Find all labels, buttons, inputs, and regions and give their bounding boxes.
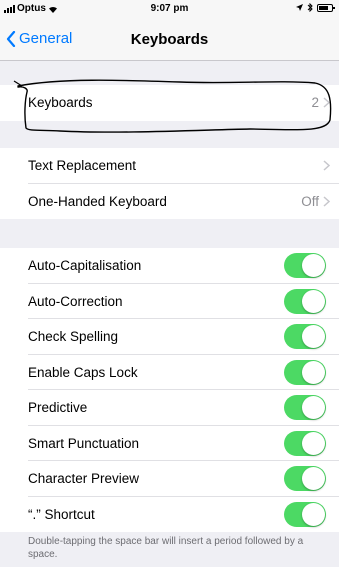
character-preview-row: Character Preview [0, 461, 339, 497]
predictive-toggle[interactable] [284, 395, 326, 420]
bluetooth-icon [307, 3, 313, 12]
clock: 9:07 pm [150, 3, 189, 14]
chevron-right-icon [323, 160, 330, 171]
auto-capitalisation-toggle[interactable] [284, 253, 326, 278]
one-handed-keyboard-value: Off [301, 193, 319, 209]
keyboards-count: 2 [311, 95, 319, 110]
chevron-right-icon [323, 195, 330, 207]
keyboards-row-label: Keyboards [28, 95, 93, 110]
auto-correction-toggle[interactable] [284, 288, 326, 314]
check-spelling-row: Check Spelling [0, 319, 339, 355]
enable-caps-lock-toggle[interactable] [284, 359, 326, 385]
character-preview-toggle[interactable] [284, 466, 326, 491]
text-replacement-label: Text Replacement [28, 158, 137, 173]
toggle-label: Check Spelling [28, 329, 119, 344]
toggle-label: Auto-Capitalisation [28, 258, 142, 273]
toggles-group: Auto-Capitalisation Auto-Correction Chec… [0, 248, 339, 532]
chevron-right-icon [323, 97, 330, 108]
status-icons [296, 3, 335, 12]
page-title: Keyboards [130, 31, 209, 48]
one-handed-keyboard-row[interactable]: One-Handed Keyboard Off [0, 184, 339, 220]
period-shortcut-toggle[interactable] [284, 501, 326, 527]
enable-caps-lock-row: Enable Caps Lock [0, 355, 339, 390]
navigation-bar: General Keyboards [0, 17, 339, 61]
period-shortcut-row: “.” Shortcut [0, 497, 339, 533]
keyboards-group: Keyboards 2 [0, 85, 339, 121]
text-options-group: Text Replacement One-Handed Keyboard Off [0, 148, 339, 219]
check-spelling-toggle[interactable] [284, 324, 326, 349]
battery-icon [317, 3, 335, 12]
keyboards-row[interactable]: Keyboards 2 [0, 85, 339, 121]
location-icon [296, 4, 303, 11]
toggle-label: “.” Shortcut [28, 506, 95, 522]
smart-punctuation-toggle[interactable] [284, 430, 326, 456]
toggle-label: Smart Punctuation [28, 435, 140, 451]
toggle-label: Enable Caps Lock [28, 364, 138, 380]
one-handed-keyboard-label: One-Handed Keyboard [28, 193, 167, 209]
auto-capitalisation-row: Auto-Capitalisation [0, 248, 339, 284]
text-replacement-row[interactable]: Text Replacement [0, 148, 339, 184]
smart-punctuation-row: Smart Punctuation [0, 426, 339, 461]
period-shortcut-description: Double-tapping the space bar will insert… [28, 536, 304, 560]
auto-correction-row: Auto-Correction [0, 284, 339, 319]
toggle-label: Predictive [28, 400, 88, 415]
status-bar: Optus 9:07 pm [0, 0, 339, 17]
predictive-row: Predictive [0, 390, 339, 426]
toggle-label: Character Preview [28, 471, 140, 486]
toggle-label: Auto-Correction [28, 293, 123, 309]
